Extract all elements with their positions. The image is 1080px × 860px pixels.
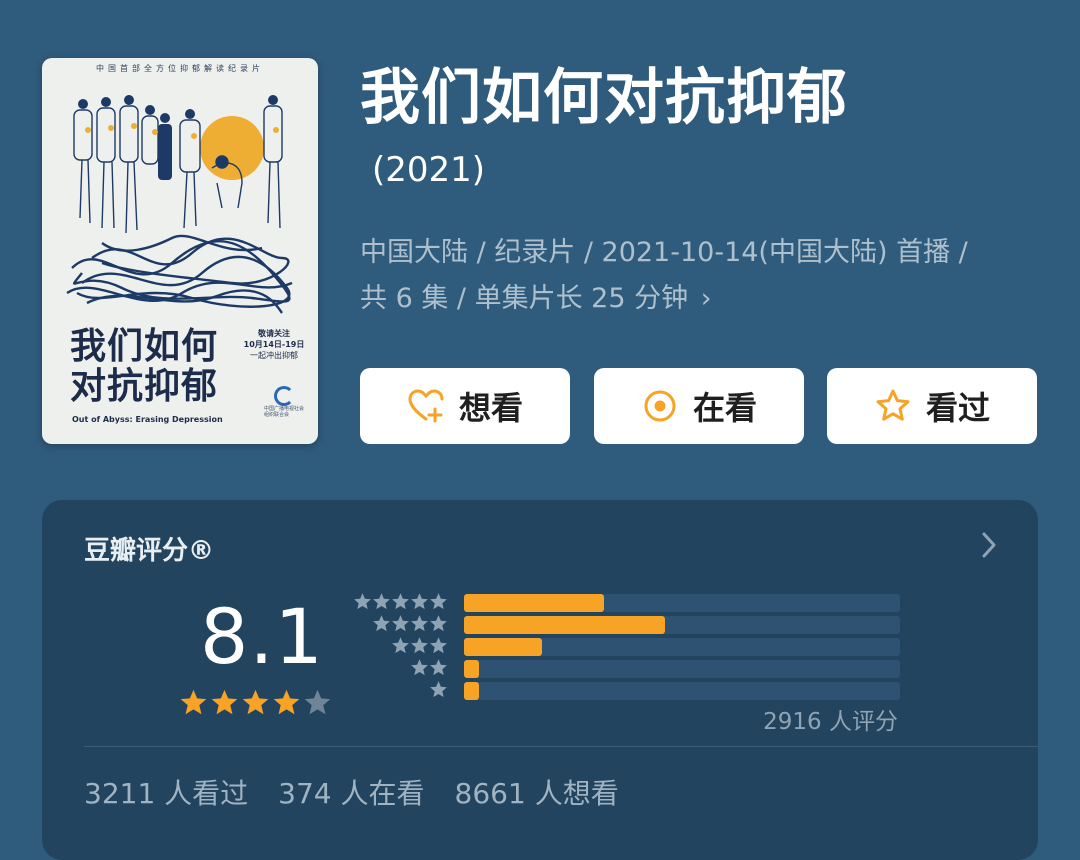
broadcaster-logo-icon — [274, 386, 294, 406]
movie-meta[interactable]: 中国大陆 / 纪录片 / 2021-10-14(中国大陆) 首播 / 共 6 集… — [360, 230, 1050, 322]
star-small-icon — [411, 593, 428, 610]
want-to-watch-button[interactable]: 想看 — [360, 368, 570, 444]
watched-button[interactable]: 看过 — [827, 368, 1037, 444]
watched-label: 看过 — [925, 389, 990, 427]
meta-line1: 中国大陆 / 纪录片 / 2021-10-14(中国大陆) 首播 / — [360, 237, 968, 268]
poster-title-line1: 我们如何 — [70, 325, 219, 367]
star-small-icon — [411, 615, 428, 632]
distribution-star-label — [391, 636, 448, 656]
star-small-icon — [430, 681, 447, 698]
star-small-icon — [373, 593, 390, 610]
heart-plus-icon — [407, 387, 445, 425]
watched-count[interactable]: 3211 人看过 — [84, 772, 248, 812]
star-filled-icon — [242, 689, 269, 715]
star-small-icon — [430, 637, 447, 654]
watching-label: 在看 — [692, 389, 757, 427]
poster-logo-text: 中国广播电视社会组织联合会 — [264, 406, 305, 418]
star-small-icon — [392, 615, 409, 632]
star-small-icon — [430, 659, 447, 676]
distribution-star-label — [372, 614, 448, 634]
distribution-bar — [464, 682, 480, 700]
distribution-track — [464, 638, 900, 656]
meta-line2-wrap: 共 6 集 / 单集片长 25 分钟 › — [360, 276, 1050, 322]
poster-title: 我们如何 对抗抑郁 — [70, 326, 240, 406]
star-small-icon — [392, 593, 409, 610]
star-small-icon — [411, 637, 428, 654]
distribution-row-4-star — [354, 614, 900, 634]
star-small-icon — [392, 637, 409, 654]
distribution-track — [464, 682, 900, 700]
audience-stats: 3211 人看过 374 人在看 8661 人想看 — [84, 772, 619, 812]
poster-notice-line1: 敬请关注 — [258, 329, 290, 338]
star-filled-icon — [180, 689, 207, 715]
want-label: 想看 — [458, 389, 523, 427]
rating-score: 8.1 — [200, 592, 324, 681]
poster-subtitle: Out of Abyss: Erasing Depression — [72, 415, 223, 424]
distribution-star-label — [410, 658, 448, 678]
page-title: 我们如何对抗抑郁 — [360, 63, 848, 133]
star-small-icon — [411, 659, 428, 676]
chevron-right-icon[interactable] — [982, 532, 996, 558]
distribution-bar — [464, 616, 665, 634]
star-empty-icon — [304, 689, 331, 715]
distribution-bar — [464, 638, 543, 656]
poster-title-line2: 对抗抑郁 — [70, 365, 219, 407]
rating-count: 2916 人评分 — [763, 709, 898, 735]
star-small-icon — [373, 615, 390, 632]
poster-notice: 敬请关注 10月14日-19日 一起冲出抑郁 — [238, 328, 310, 361]
douban-rating-card[interactable]: 豆瓣评分® 8.1 2916 人评分 3211 人看过 374 人在看 8661… — [42, 500, 1038, 860]
star-outline-icon — [874, 387, 912, 425]
poster-notice-line3: 一起冲出抑郁 — [250, 351, 298, 360]
star-small-icon — [430, 615, 447, 632]
rating-card-title: 豆瓣评分® — [84, 536, 215, 566]
chevron-right-icon: › — [692, 283, 712, 314]
star-small-icon — [354, 593, 371, 610]
rating-stars — [179, 688, 332, 717]
release-year: (2021) — [372, 150, 486, 190]
poster-notice-line2: 10月14日-19日 — [243, 340, 305, 349]
distribution-row-1-star — [354, 680, 900, 700]
movie-poster[interactable]: 中国首部全方位抑郁解读纪录片 我们如何 对抗抑郁 Out of Abyss: E… — [42, 58, 318, 444]
star-filled-icon — [211, 689, 238, 715]
distribution-bar — [464, 594, 604, 612]
star-small-icon — [430, 593, 447, 610]
distribution-row-3-star — [354, 636, 900, 656]
distribution-star-label — [429, 680, 448, 700]
meta-line2: 共 6 集 / 单集片长 25 分钟 — [360, 283, 689, 314]
distribution-star-label — [353, 592, 448, 612]
want-count[interactable]: 8661 人想看 — [455, 772, 619, 812]
distribution-row-2-star — [354, 658, 900, 678]
distribution-track — [464, 594, 900, 612]
distribution-row-5-star — [354, 592, 900, 612]
distribution-track — [464, 660, 900, 678]
card-divider — [84, 746, 1038, 747]
distribution-track — [464, 616, 900, 634]
target-circle-icon — [641, 387, 679, 425]
watching-button[interactable]: 在看 — [594, 368, 804, 444]
watching-count[interactable]: 374 人在看 — [278, 772, 424, 812]
star-filled-icon — [273, 689, 300, 715]
distribution-bar — [464, 660, 480, 678]
poster-tagline: 中国首部全方位抑郁解读纪录片 — [96, 64, 264, 73]
